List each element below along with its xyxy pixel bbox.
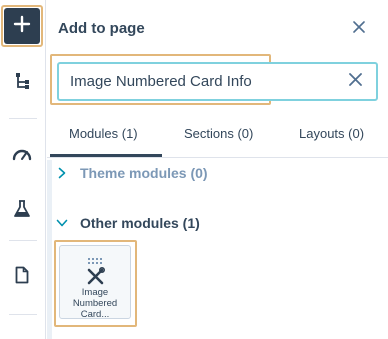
group-other-modules[interactable]: Other modules (1)	[56, 215, 200, 231]
left-rail	[0, 0, 46, 339]
close-button[interactable]	[350, 20, 368, 38]
panel-title: Add to page	[58, 20, 145, 37]
gauge-icon	[12, 145, 32, 166]
rail-divider	[9, 118, 37, 119]
close-icon	[353, 20, 365, 38]
clear-icon	[348, 73, 362, 91]
test-button[interactable]	[11, 199, 33, 223]
module-tools-icon	[86, 258, 106, 286]
rail-divider	[9, 314, 37, 315]
module-card[interactable]: Image Numbered Card...	[59, 245, 131, 320]
rail-divider	[9, 240, 37, 241]
search-field[interactable]	[57, 62, 378, 101]
chevron-down-icon	[56, 217, 68, 229]
clear-search-button[interactable]	[347, 73, 363, 91]
structure-button[interactable]	[11, 72, 33, 94]
active-tab-indicator	[50, 154, 162, 157]
tab-bar: Modules (1) Sections (0) Layouts (0)	[47, 118, 388, 158]
chevron-right-icon	[56, 167, 68, 179]
tab-sections[interactable]: Sections (0)	[184, 126, 253, 141]
module-card-label: Image Numbered Card...	[72, 287, 118, 320]
add-to-page-button[interactable]	[4, 8, 40, 44]
tab-modules[interactable]: Modules (1)	[69, 126, 138, 141]
group-label: Other modules (1)	[80, 215, 200, 231]
page-settings-button[interactable]	[11, 266, 33, 288]
group-label: Theme modules (0)	[80, 165, 208, 181]
performance-button[interactable]	[11, 144, 33, 166]
plus-icon	[13, 15, 31, 38]
flask-icon	[14, 199, 30, 223]
add-to-page-panel: Add to page Modules (1) Sections (0) Lay…	[47, 0, 388, 339]
page-icon	[15, 266, 29, 289]
group-theme-modules[interactable]: Theme modules (0)	[56, 165, 208, 181]
scrollbar[interactable]	[47, 160, 52, 339]
search-input[interactable]	[59, 64, 339, 99]
tab-layouts[interactable]: Layouts (0)	[299, 126, 364, 141]
structure-icon	[14, 72, 30, 95]
